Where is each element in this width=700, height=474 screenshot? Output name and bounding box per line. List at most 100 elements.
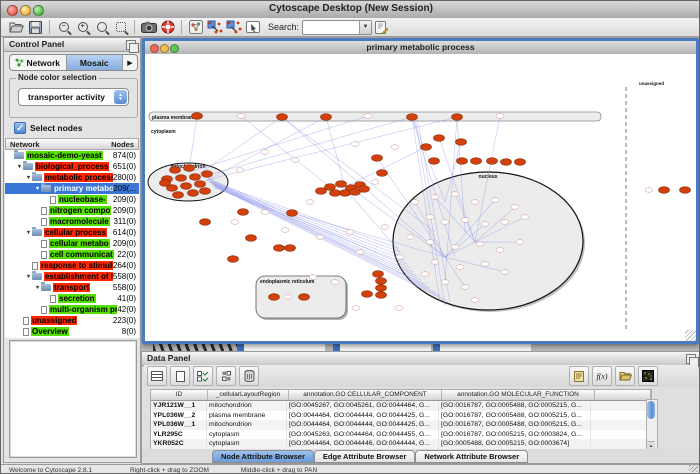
tree-row[interactable]: nitrogen compo209(0) <box>5 205 139 216</box>
network-node-selected-color[interactable] <box>421 144 432 151</box>
network-node[interactable] <box>481 262 489 267</box>
notes-icon[interactable] <box>569 366 589 386</box>
help-icon[interactable] <box>158 19 177 36</box>
apply-layout-alt-icon[interactable] <box>224 19 243 36</box>
network-node-selected-color[interactable] <box>200 188 211 195</box>
network-node-selected-color[interactable] <box>195 181 206 188</box>
network-view-titlebar[interactable]: primary metabolic process <box>145 41 696 55</box>
network-node-selected-color[interactable] <box>407 114 418 121</box>
save-session-icon[interactable] <box>26 19 45 36</box>
network-manager-icon[interactable] <box>186 19 205 36</box>
network-node-selected-color[interactable] <box>680 187 691 194</box>
network-node-selected-color[interactable] <box>316 188 327 195</box>
network-node-selected-color[interactable] <box>173 192 184 199</box>
matrix-icon[interactable] <box>638 366 658 386</box>
tree-row[interactable]: ▼biological_process651(0) <box>5 161 139 172</box>
network-node-selected-color[interactable] <box>340 190 351 197</box>
app-resize-grip[interactable] <box>689 463 698 472</box>
snapshot-icon[interactable] <box>139 19 158 36</box>
search-input[interactable] <box>303 22 359 33</box>
select-attributes-icon[interactable] <box>147 366 167 386</box>
network-node[interactable] <box>309 275 317 280</box>
network-edge[interactable] <box>345 147 426 187</box>
network-node[interactable] <box>395 306 403 311</box>
tree-row[interactable]: Overview8(0) <box>5 326 139 337</box>
network-node[interactable] <box>261 210 269 215</box>
tab-network[interactable]: Network <box>10 55 67 70</box>
network-node[interactable] <box>471 298 479 303</box>
network-node[interactable] <box>371 180 379 185</box>
network-node-selected-color[interactable] <box>277 114 288 121</box>
network-edge[interactable] <box>189 116 368 172</box>
network-node-selected-color[interactable] <box>321 114 332 121</box>
network-node-selected-color[interactable] <box>434 135 445 142</box>
tree-row[interactable]: cell communicat22(0) <box>5 249 139 260</box>
network-node-selected-color[interactable] <box>457 158 468 165</box>
edit-search-icon[interactable] <box>372 19 391 36</box>
network-canvas[interactable]: plasma membranecytoplasmmitochondrionnuc… <box>145 54 696 341</box>
network-node[interactable] <box>236 168 244 173</box>
network-node-selected-color[interactable] <box>336 181 347 188</box>
network-node[interactable] <box>306 200 314 205</box>
network-node[interactable] <box>351 142 359 147</box>
zoom-fit-icon[interactable] <box>111 19 130 36</box>
tab-node-attribute-browser[interactable]: Node Attribute Browser <box>212 450 314 463</box>
table-row[interactable]: YLR295Ccytoplasm[GO:0045263, GO:0044464,… <box>151 430 651 440</box>
network-node-selected-color[interactable] <box>190 174 201 181</box>
table-row[interactable]: YPL036W__1mitochondrion[GO:0044464, GO:0… <box>151 420 651 430</box>
network-node[interactable] <box>441 220 449 225</box>
network-node-selected-color[interactable] <box>269 294 280 301</box>
network-node[interactable] <box>396 255 404 260</box>
table-row[interactable]: YJR121W__1mitochondrion[GO:0045267, GO:0… <box>151 401 651 411</box>
import-attributes-icon[interactable] <box>615 366 635 386</box>
network-node-selected-color[interactable] <box>181 183 192 190</box>
network-node[interactable] <box>426 240 434 245</box>
network-node[interactable] <box>516 240 524 245</box>
network-node[interactable] <box>261 150 269 155</box>
tree-row[interactable]: ▼transport558(0) <box>5 282 139 293</box>
network-node[interactable] <box>645 188 653 193</box>
table-row[interactable]: YPL036W__2plasma membrane[GO:0044464, GO… <box>151 411 651 421</box>
birdseye-view[interactable] <box>9 340 137 458</box>
network-node[interactable] <box>406 235 414 240</box>
network-node[interactable] <box>496 114 504 119</box>
zoom-out-icon[interactable]: − <box>54 19 73 36</box>
network-node[interactable] <box>237 114 245 119</box>
network-edge[interactable] <box>189 117 197 170</box>
network-node-selected-color[interactable] <box>487 158 498 165</box>
tree-row[interactable]: response to stimulu264(0) <box>5 260 139 271</box>
apply-layout-icon[interactable] <box>205 19 224 36</box>
network-node[interactable] <box>501 220 509 225</box>
expand-arrow-icon[interactable]: ▼ <box>25 230 32 236</box>
network-node-selected-color[interactable] <box>170 167 181 174</box>
network-node-selected-color[interactable] <box>188 190 199 197</box>
network-node[interactable] <box>491 198 499 203</box>
network-node[interactable] <box>352 306 360 311</box>
network-node-selected-color[interactable] <box>274 245 285 252</box>
network-node[interactable] <box>431 260 439 265</box>
network-node[interactable] <box>501 270 509 275</box>
network-node[interactable] <box>476 242 484 247</box>
column-header[interactable]: ID <box>151 390 208 400</box>
network-node-selected-color[interactable] <box>287 210 298 217</box>
network-node[interactable] <box>411 200 419 205</box>
node-color-dropdown[interactable]: transporter activity ▲▼ <box>18 88 129 106</box>
tab-edge-attribute-browser[interactable]: Edge Attribute Browser <box>314 450 415 463</box>
expand-arrow-icon[interactable]: ▼ <box>25 175 32 181</box>
tab-mosaic[interactable]: Mosaic <box>67 55 124 70</box>
network-node[interactable] <box>391 145 399 150</box>
attribute-batch-icon[interactable] <box>193 366 213 386</box>
create-attribute-icon[interactable] <box>170 366 190 386</box>
network-node-selected-color[interactable] <box>299 294 310 301</box>
tree-row[interactable]: ▼metabolic process280(0) <box>5 172 139 183</box>
zoom-selected-region-icon[interactable] <box>92 19 111 36</box>
network-node-selected-color[interactable] <box>452 114 463 121</box>
network-node[interactable] <box>451 245 459 250</box>
network-edge[interactable] <box>212 183 417 276</box>
search-combobox[interactable]: ▼ <box>302 20 372 35</box>
network-node-selected-color[interactable] <box>285 245 296 252</box>
network-node[interactable] <box>451 192 459 197</box>
tree-row[interactable]: unassigned223(0) <box>5 315 139 326</box>
network-node[interactable] <box>441 280 449 285</box>
expand-arrow-icon[interactable]: ▼ <box>34 186 41 192</box>
